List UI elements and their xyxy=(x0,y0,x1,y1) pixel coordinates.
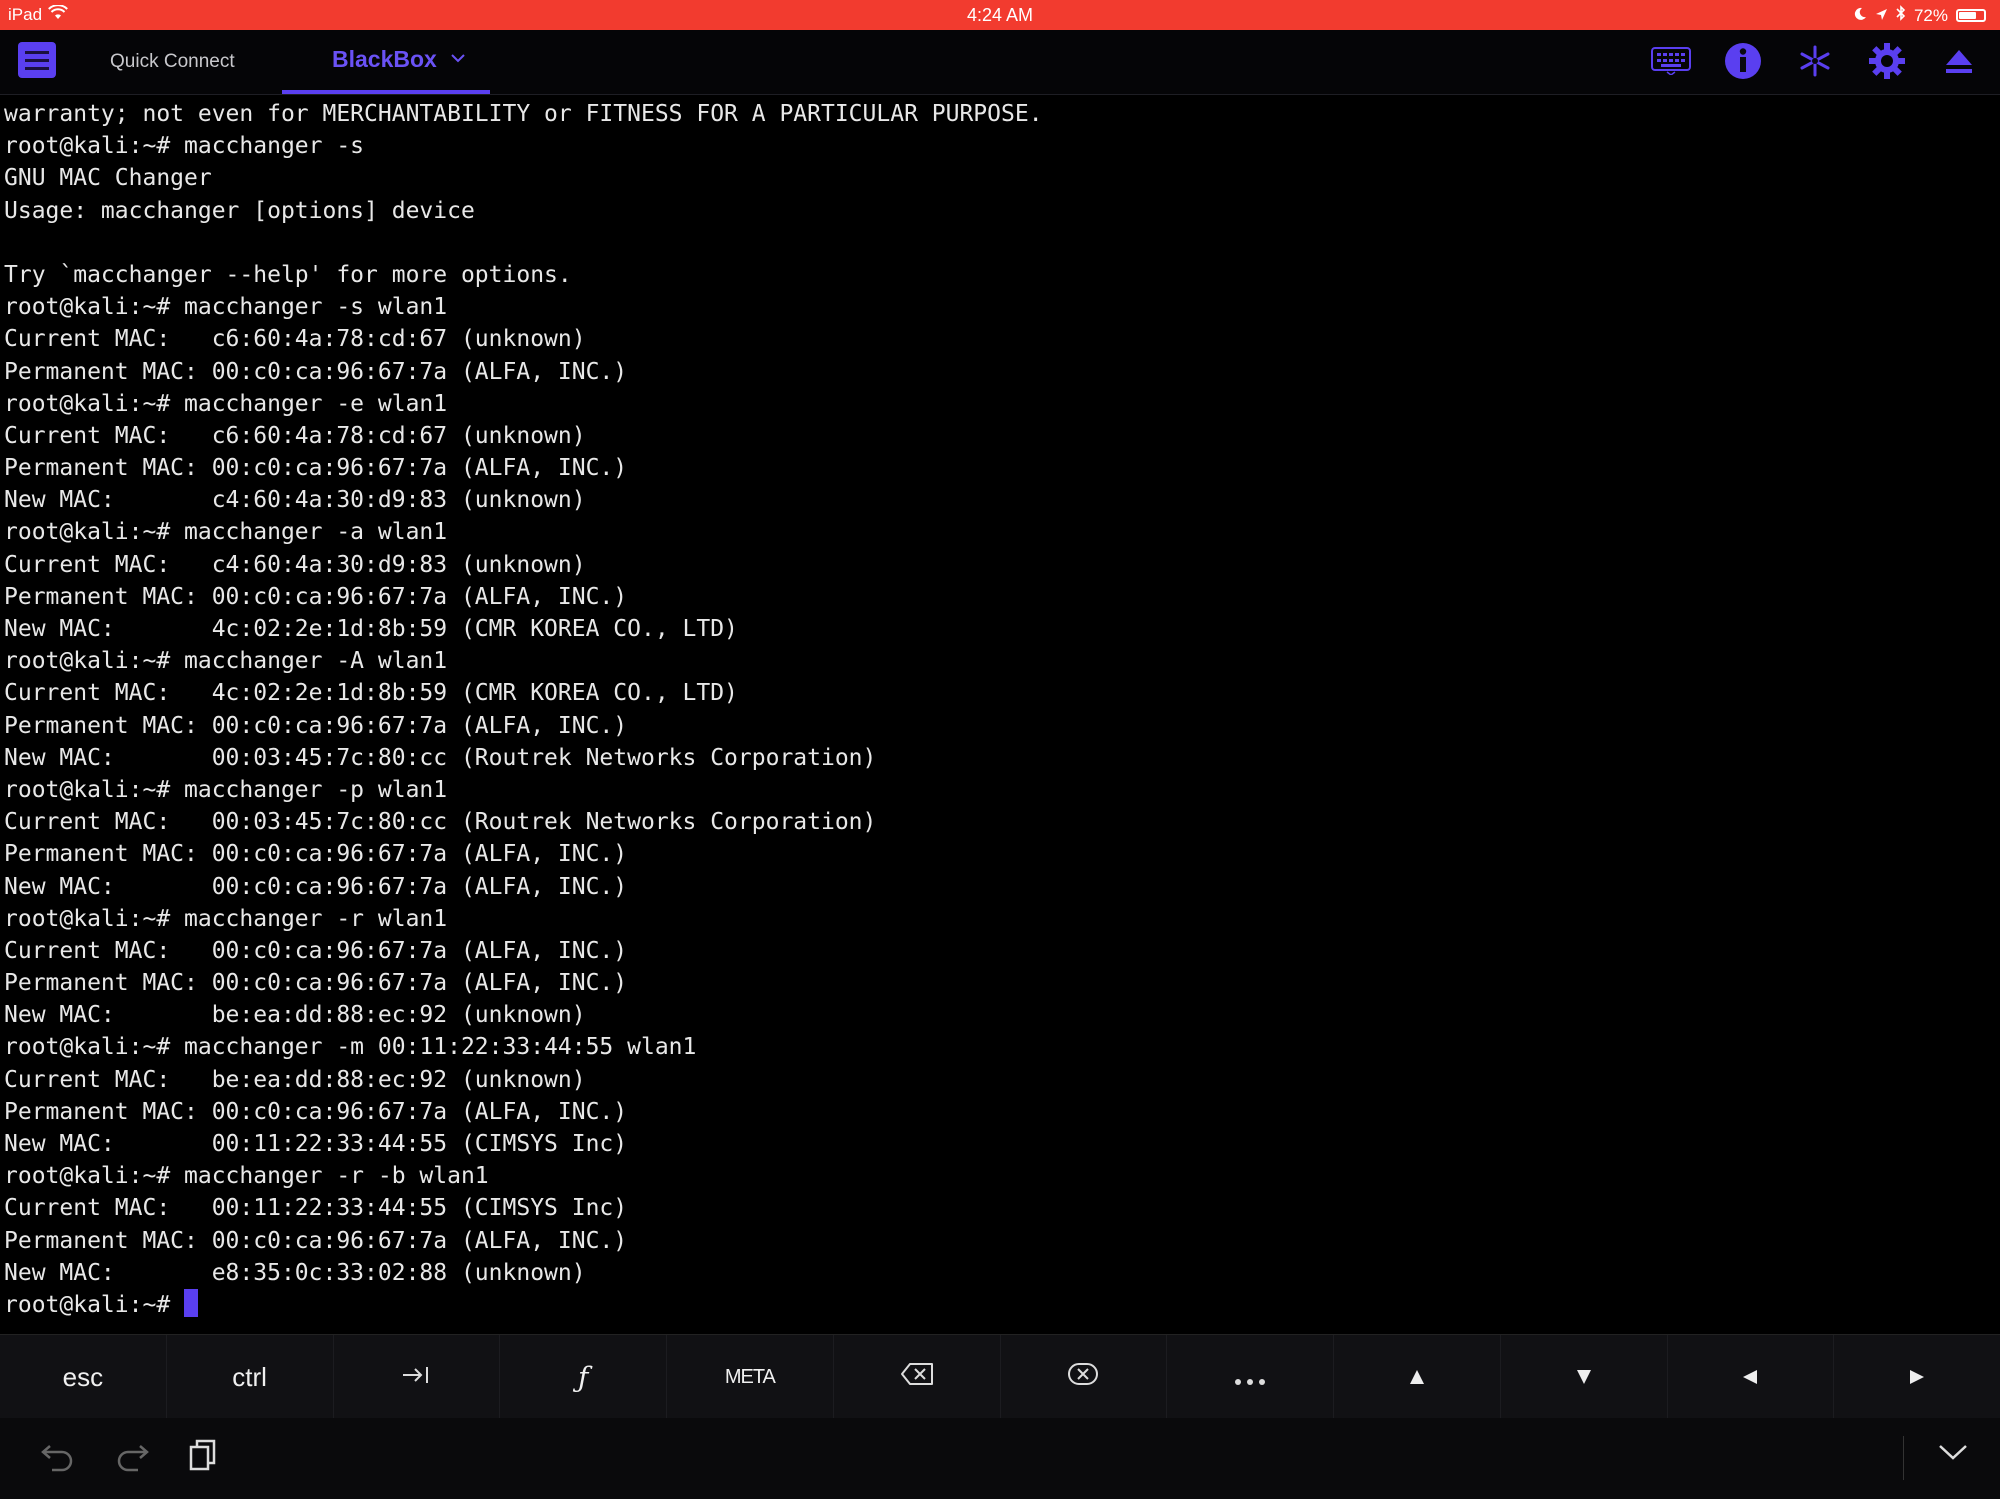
terminal-line: Permanent MAC: 00:c0:ca:96:67:7a (ALFA, … xyxy=(4,358,628,385)
terminal-prompt-line[interactable]: root@kali:~# xyxy=(4,1288,1994,1321)
terminal-line: Permanent MAC: 00:c0:ca:96:67:7a (ALFA, … xyxy=(4,841,628,868)
clipboard-icon[interactable] xyxy=(188,1438,218,1476)
terminal-output[interactable]: warranty; not even for MERCHANTABILITY o… xyxy=(4,98,1994,1330)
terminal-line: Current MAC: be:ea:dd:88:ec:92 (unknown) xyxy=(4,1066,586,1093)
hide-keyboard-icon[interactable] xyxy=(1936,1445,1970,1468)
terminal-line: root@kali:~# macchanger -e wlan1 xyxy=(4,390,448,417)
terminal-line: warranty; not even for MERCHANTABILITY o… xyxy=(4,101,1043,127)
more-keys[interactable] xyxy=(1167,1335,1334,1419)
delete-key[interactable] xyxy=(1001,1335,1168,1419)
redo-icon[interactable] xyxy=(114,1438,150,1476)
terminal-line: Current MAC: 4c:02:2e:1d:8b:59 (CMR KORE… xyxy=(4,680,738,707)
tab-key[interactable] xyxy=(334,1335,501,1419)
terminal-line: Permanent MAC: 00:c0:ca:96:67:7a (ALFA, … xyxy=(4,970,628,997)
terminal-line: Try `macchanger --help' for more options… xyxy=(4,261,572,288)
terminal-line: New MAC: e8:35:0c:33:02:88 (unknown) xyxy=(4,1259,586,1286)
terminal-line: Current MAC: 00:c0:ca:96:67:7a (ALFA, IN… xyxy=(4,937,628,964)
more-icon xyxy=(1234,1362,1266,1393)
keyboard-shortcut-bar xyxy=(0,1418,2000,1499)
battery-icon xyxy=(1956,9,1986,22)
ctrl-key-label: ctrl xyxy=(232,1361,267,1392)
terminal-line: New MAC: be:ea:dd:88:ec:92 (unknown) xyxy=(4,1002,586,1029)
terminal-line: GNU MAC Changer xyxy=(4,165,212,192)
app-toolbar: Quick Connect BlackBox xyxy=(0,30,2000,95)
backspace-icon xyxy=(900,1362,934,1393)
battery-percent: 72% xyxy=(1913,5,1948,25)
terminal-line: Permanent MAC: 00:c0:ca:96:67:7a (ALFA, … xyxy=(4,583,628,610)
terminal-line: Current MAC: c4:60:4a:30:d9:83 (unknown) xyxy=(4,551,586,578)
terminal-line: New MAC: c4:60:4a:30:d9:83 (unknown) xyxy=(4,487,586,514)
arrow-right-key[interactable] xyxy=(1834,1335,2000,1419)
terminal-line: Current MAC: c6:60:4a:78:cd:67 (unknown) xyxy=(4,326,586,353)
terminal-line: Usage: macchanger [options] device xyxy=(4,197,475,224)
terminal-line: root@kali:~# macchanger -s wlan1 xyxy=(4,294,448,321)
function-key[interactable]: ƒ xyxy=(500,1335,667,1419)
terminal-line: root@kali:~# macchanger -p wlan1 xyxy=(4,776,448,803)
tab-icon xyxy=(401,1362,431,1393)
terminal-line: root@kali:~# macchanger -r wlan1 xyxy=(4,905,448,932)
bar-separator xyxy=(1903,1436,1904,1480)
terminal-line: Current MAC: 00:11:22:33:44:55 (CIMSYS I… xyxy=(4,1195,628,1222)
ctrl-key[interactable]: ctrl xyxy=(167,1335,334,1419)
terminal-line: Permanent MAC: 00:c0:ca:96:67:7a (ALFA, … xyxy=(4,1227,628,1254)
arrow-down-icon xyxy=(1575,1362,1593,1393)
arrow-up-key[interactable] xyxy=(1334,1335,1501,1419)
arrow-up-icon xyxy=(1408,1362,1426,1393)
terminal-line: New MAC: 00:11:22:33:44:55 (CIMSYS Inc) xyxy=(4,1131,628,1157)
terminal-line: root@kali:~# macchanger -a wlan1 xyxy=(4,519,448,546)
terminal-line: New MAC: 4c:02:2e:1d:8b:59 (CMR KOREA CO… xyxy=(4,616,738,642)
status-time: 4:24 AM xyxy=(966,5,1034,25)
terminal-line: Current MAC: 00:03:45:7c:80:cc (Routrek … xyxy=(4,809,877,836)
chevron-down-icon xyxy=(450,48,466,69)
meta-key-label: META xyxy=(724,1365,776,1388)
info-icon[interactable] xyxy=(1722,40,1764,82)
arrow-down-key[interactable] xyxy=(1501,1335,1668,1419)
terminal-line: Current MAC: c6:60:4a:78:cd:67 (unknown) xyxy=(4,422,586,449)
terminal-line: root@kali:~# macchanger -s xyxy=(4,133,365,160)
keyboard-icon[interactable] xyxy=(1650,40,1692,82)
arrow-left-key[interactable] xyxy=(1668,1335,1835,1419)
undo-icon[interactable] xyxy=(40,1438,76,1476)
tab-blackbox-label: BlackBox xyxy=(332,46,437,72)
terminal-line: Permanent MAC: 00:c0:ca:96:67:7a (ALFA, … xyxy=(4,1098,628,1125)
gear-icon[interactable] xyxy=(1866,40,1908,82)
location-icon xyxy=(1875,6,1888,26)
terminal-cursor xyxy=(184,1288,199,1317)
esc-key[interactable]: esc xyxy=(0,1335,167,1419)
terminal-line: root@kali:~# macchanger -r -b wlan1 xyxy=(4,1163,489,1190)
snippet-icon[interactable] xyxy=(1794,40,1836,82)
bluetooth-icon xyxy=(1896,5,1906,26)
meta-key[interactable]: META xyxy=(667,1335,834,1419)
terminal-line: root@kali:~# macchanger -A wlan1 xyxy=(4,648,448,675)
eject-icon[interactable] xyxy=(1938,40,1980,82)
function-icon: ƒ xyxy=(577,1360,589,1394)
terminal-line: Permanent MAC: 00:c0:ca:96:67:7a (ALFA, … xyxy=(4,712,628,739)
terminal-line: Permanent MAC: 00:c0:ca:96:67:7a (ALFA, … xyxy=(4,455,628,482)
moon-icon xyxy=(1853,6,1867,26)
terminal-line: New MAC: 00:c0:ca:96:67:7a (ALFA, INC.) xyxy=(4,873,628,900)
ios-status-bar: iPad 4:24 AM 72% xyxy=(0,0,2000,30)
session-list-button[interactable] xyxy=(18,42,56,78)
arrow-right-icon xyxy=(1908,1362,1926,1393)
backspace-key[interactable] xyxy=(834,1335,1001,1419)
tab-blackbox[interactable]: BlackBox xyxy=(282,30,490,94)
terminal-line: root@kali:~# macchanger -m 00:11:22:33:4… xyxy=(4,1034,697,1061)
extra-keys-bar: esc ctrl ƒ META xyxy=(0,1334,2000,1419)
esc-key-label: esc xyxy=(62,1361,104,1392)
terminal-prompt: root@kali:~# xyxy=(4,1291,185,1318)
terminal-line: New MAC: 00:03:45:7c:80:cc (Routrek Netw… xyxy=(4,744,877,771)
tab-quick-connect[interactable]: Quick Connect xyxy=(110,51,235,73)
arrow-left-icon xyxy=(1741,1362,1759,1393)
active-tab-indicator xyxy=(282,90,490,94)
delete-icon xyxy=(1067,1362,1099,1393)
